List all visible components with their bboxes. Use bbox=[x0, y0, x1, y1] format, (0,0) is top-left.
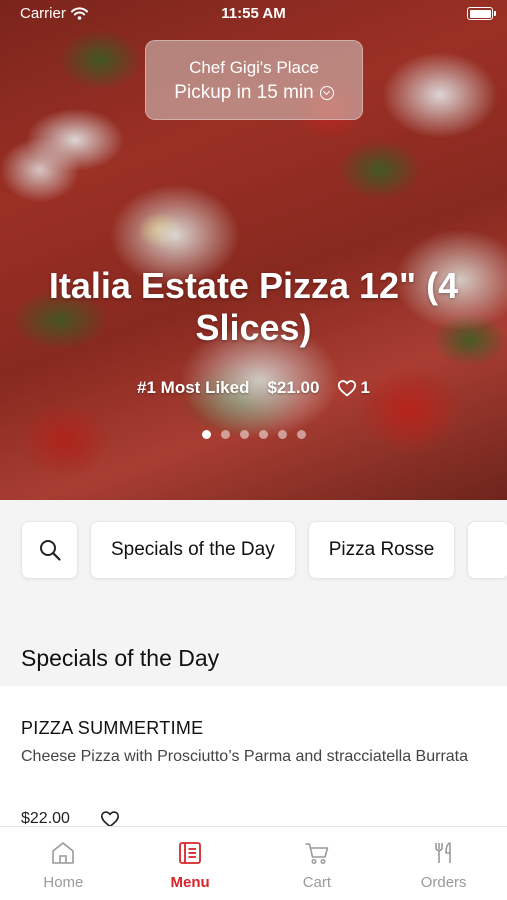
menu-icon bbox=[179, 842, 202, 864]
item-description: Cheese Pizza with Prosciutto’s Parma and… bbox=[21, 748, 469, 765]
tab-menu-label: Menu bbox=[170, 874, 210, 891]
carousel-dot[interactable] bbox=[239, 430, 249, 439]
tab-menu[interactable]: Menu bbox=[127, 827, 254, 900]
category-chip-next[interactable] bbox=[467, 521, 507, 579]
carousel-dots[interactable] bbox=[0, 430, 507, 439]
carousel-dot[interactable] bbox=[277, 430, 287, 439]
tab-home-label: Home bbox=[43, 874, 84, 891]
home-icon bbox=[52, 842, 75, 864]
carousel-dot[interactable] bbox=[296, 430, 306, 439]
carousel-dot[interactable] bbox=[220, 430, 230, 439]
restaurant-name: Chef Gigi's Place bbox=[189, 58, 319, 77]
pickup-row: Pickup in 15 min bbox=[146, 82, 362, 104]
tab-orders[interactable]: Orders bbox=[380, 827, 507, 900]
chevron-down-circle-icon bbox=[319, 86, 334, 100]
category-bar: Specials of the Day Pizza Rosse bbox=[0, 500, 507, 600]
tab-cart-label: Cart bbox=[302, 874, 332, 891]
cart-icon bbox=[305, 843, 329, 865]
featured-price: $21.00 bbox=[267, 378, 320, 397]
section-title: Specials of the Day bbox=[21, 645, 220, 671]
category-chip-specials[interactable]: Specials of the Day bbox=[90, 521, 296, 579]
likes-count: 1 bbox=[360, 378, 370, 397]
category-chip-pizza-rosse[interactable]: Pizza Rosse bbox=[307, 521, 456, 579]
orders-icon bbox=[434, 842, 451, 863]
featured-badge: #1 Most Liked bbox=[137, 378, 250, 397]
status-time: 11:55 AM bbox=[221, 5, 286, 22]
tab-cart[interactable]: Cart bbox=[254, 827, 381, 900]
carousel-dot[interactable] bbox=[201, 430, 211, 439]
search-icon bbox=[39, 540, 61, 561]
item-name: PIZZA SUMMERTIME bbox=[21, 718, 204, 738]
status-bar: Carrier 11:55 AM bbox=[0, 0, 507, 28]
battery-icon bbox=[467, 7, 496, 20]
featured-likes[interactable]: 1 bbox=[337, 378, 370, 398]
tab-home[interactable]: Home bbox=[0, 827, 127, 900]
search-button[interactable] bbox=[21, 521, 78, 579]
tab-bar: Home Menu Cart Orders bbox=[0, 826, 507, 900]
pickup-time: Pickup in 15 min bbox=[174, 82, 314, 103]
featured-meta: #1 Most Liked $21.00 1 bbox=[0, 378, 507, 398]
heart-icon bbox=[338, 380, 357, 397]
tab-orders-label: Orders bbox=[420, 874, 467, 891]
featured-title: Italia Estate Pizza 12" (4 Slices) bbox=[48, 265, 459, 348]
carousel-dot[interactable] bbox=[258, 430, 268, 439]
location-selector[interactable]: Chef Gigi's Place Pickup in 15 min bbox=[145, 40, 363, 120]
category-scroller[interactable]: Specials of the Day Pizza Rosse bbox=[21, 521, 507, 579]
